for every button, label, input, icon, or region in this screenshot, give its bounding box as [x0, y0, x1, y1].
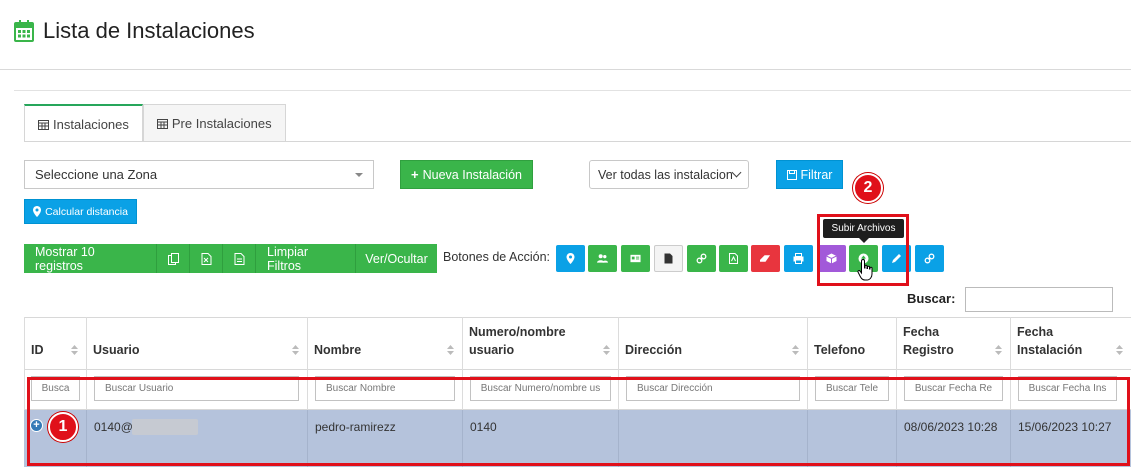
file-action-button[interactable]: [654, 245, 683, 272]
annotation-badge-2: 2: [853, 173, 883, 203]
table-header-border: [24, 369, 1131, 370]
calendar-icon: [156, 119, 168, 129]
print-action-button[interactable]: [784, 245, 813, 272]
sort-icon: [447, 345, 454, 355]
column-header-numero[interactable]: Numero/nombre usuario: [463, 317, 618, 369]
users-action-button[interactable]: [588, 245, 617, 272]
column-label: ID: [31, 343, 44, 357]
copy-icon: [167, 252, 179, 265]
column-label: Nombre: [314, 343, 362, 357]
caret-down-icon: [355, 172, 363, 177]
tab-label: Pre Instalaciones: [171, 116, 272, 131]
divider: [14, 90, 1131, 91]
csv-button[interactable]: [223, 244, 256, 273]
tabs-underline: [24, 141, 1131, 142]
sort-icon: [995, 345, 1002, 355]
page-title: Lista de Instalaciones: [14, 18, 255, 44]
clear-filters-label: Limpiar Filtros: [267, 244, 308, 273]
tab-instalaciones[interactable]: Instalaciones: [24, 104, 143, 142]
map-marker-icon: [33, 206, 42, 217]
column-header-fecha-registro[interactable]: Fecha Registro: [897, 317, 1010, 369]
calc-distance-label: Calcular distancia: [45, 205, 128, 218]
plus-icon: +: [411, 167, 419, 182]
column-label: Fecha Registro: [903, 325, 954, 357]
calendar-icon: [14, 20, 34, 42]
chevron-down-icon: [731, 167, 742, 178]
show-records-button[interactable]: Mostrar 10 registros: [24, 244, 157, 273]
users-icon: [597, 254, 608, 263]
column-label: Numero/nombre usuario: [469, 325, 566, 357]
view-select-value: Ver todas las instalacion: [598, 167, 733, 182]
search-input[interactable]: [965, 287, 1113, 312]
show-hide-label: Ver/Ocultar: [365, 251, 428, 266]
file-excel-icon: [201, 252, 211, 265]
pdf-action-button[interactable]: [719, 245, 748, 272]
column-header-direccion[interactable]: Dirección: [619, 317, 807, 369]
sort-icon: [603, 345, 610, 355]
copy-button[interactable]: [157, 244, 190, 273]
file-pdf-icon: [729, 253, 738, 264]
column-label: Telefono: [814, 343, 866, 357]
map-marker-icon: [566, 253, 575, 264]
file-icon: [664, 253, 673, 264]
zone-select[interactable]: Seleccione una Zona: [24, 160, 374, 189]
page-title-text: Lista de Instalaciones: [43, 18, 255, 43]
new-installation-label: Nueva Instalación: [422, 167, 522, 182]
column-header-nombre[interactable]: Nombre: [308, 317, 462, 369]
view-select[interactable]: Ver todas las instalacion: [589, 160, 749, 189]
datatable-toolbar: Mostrar 10 registros Limpiar Filtros Ver…: [24, 244, 437, 273]
excel-button[interactable]: [190, 244, 223, 273]
clear-filters-button[interactable]: Limpiar Filtros: [256, 244, 356, 273]
search-label: Buscar:: [907, 291, 956, 306]
id-card-icon: [630, 254, 641, 263]
calendar-icon: [38, 119, 49, 130]
zone-select-value: Seleccione una Zona: [35, 167, 158, 182]
tab-bar: Instalaciones Pre Instalaciones: [24, 104, 286, 142]
link-icon: [924, 253, 935, 264]
filter-button[interactable]: Filtrar: [776, 160, 843, 189]
sort-icon: [71, 345, 78, 355]
link-icon: [696, 253, 707, 264]
page-header: Lista de Instalaciones: [0, 0, 1131, 70]
action-buttons-label: Botones de Acción:: [443, 250, 551, 264]
location-action-button[interactable]: [556, 245, 585, 272]
row-highlight-box: [27, 377, 1130, 466]
show-records-label: Mostrar 10 registros: [35, 244, 95, 273]
new-installation-button[interactable]: + Nueva Instalación: [400, 160, 533, 189]
column-header-id[interactable]: ID: [25, 317, 86, 369]
column-label: Dirección: [625, 343, 682, 357]
upload-highlight-box: [817, 214, 909, 286]
calc-distance-button[interactable]: Calcular distancia: [24, 199, 137, 224]
file-text-icon: [234, 252, 244, 265]
sort-icon: [1116, 345, 1123, 355]
id-card-action-button[interactable]: [621, 245, 650, 272]
column-header-telefono[interactable]: Telefono: [808, 317, 896, 369]
link-action-button[interactable]: [687, 245, 716, 272]
print-icon: [793, 253, 804, 264]
tab-label: Instalaciones: [53, 116, 129, 132]
column-label: Fecha Instalación: [1017, 325, 1083, 357]
sort-icon: [292, 345, 299, 355]
column-label: Usuario: [93, 343, 140, 357]
annotation-badge-1: 1: [48, 412, 78, 442]
show-hide-button[interactable]: Ver/Ocultar: [356, 244, 437, 273]
save-icon: [786, 169, 797, 180]
eraser-action-button[interactable]: [751, 245, 780, 272]
column-header-fecha-instalacion[interactable]: Fecha Instalación: [1011, 317, 1131, 369]
sort-icon: [792, 345, 799, 355]
link-action-button-2[interactable]: [915, 245, 944, 272]
column-header-usuario[interactable]: Usuario: [87, 317, 307, 369]
tab-pre-instalaciones[interactable]: Pre Instalaciones: [142, 104, 286, 142]
eraser-icon: [760, 255, 771, 262]
filter-label: Filtrar: [800, 167, 833, 182]
